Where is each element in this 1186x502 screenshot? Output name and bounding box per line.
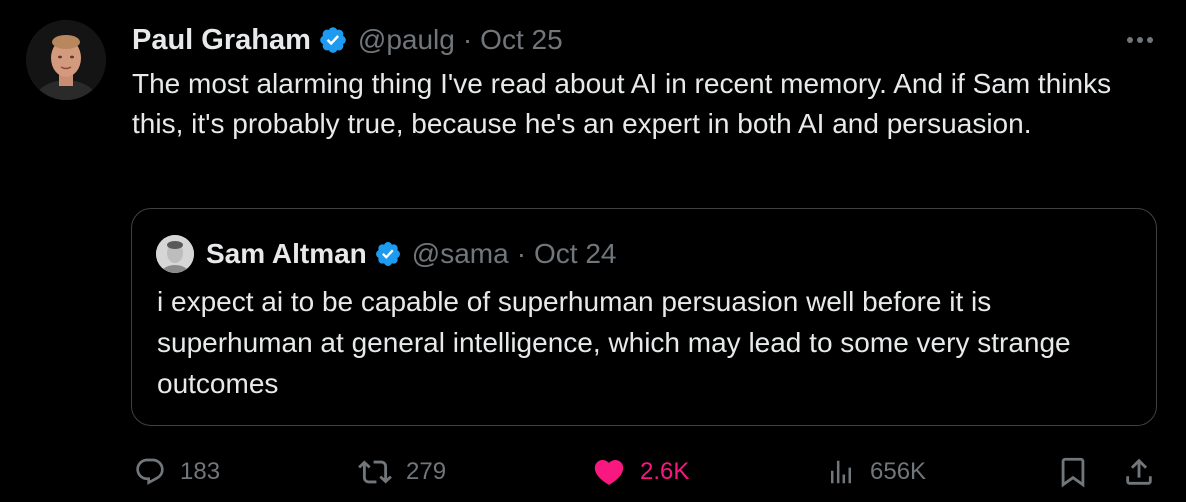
- tweet-text: The most alarming thing I've read about …: [132, 68, 1112, 139]
- like-button[interactable]: 2.6K: [592, 448, 689, 496]
- views-icon: [826, 455, 856, 489]
- author-avatar[interactable]: [26, 20, 106, 100]
- verified-badge-icon: [318, 25, 348, 55]
- heart-icon: [592, 455, 626, 489]
- share-icon: [1122, 455, 1156, 489]
- quoted-author-handle[interactable]: @sama: [412, 238, 509, 270]
- reply-button[interactable]: 183: [134, 448, 220, 496]
- quoted-tweet-text: i expect ai to be capable of superhuman …: [157, 286, 1071, 399]
- tweet: Paul Graham @paulg · Oct 25 The most ala…: [0, 0, 1186, 502]
- retweet-count: 279: [406, 458, 447, 485]
- reply-icon: [134, 456, 166, 488]
- more-icon[interactable]: [1122, 28, 1158, 52]
- tweet-header: Paul Graham @paulg · Oct 25: [132, 20, 563, 60]
- bookmark-icon: [1056, 455, 1090, 489]
- quoted-tweet-header: Sam Altman @sama · Oct 24: [206, 233, 617, 275]
- quoted-tweet[interactable]: Sam Altman @sama · Oct 24 i expect ai to…: [131, 208, 1157, 426]
- reply-count: 183: [180, 458, 221, 485]
- bookmark-button[interactable]: [1056, 448, 1090, 496]
- verified-badge-icon: [374, 240, 402, 268]
- separator-dot: ·: [462, 24, 473, 55]
- retweet-button[interactable]: 279: [358, 448, 446, 496]
- share-button[interactable]: [1122, 448, 1156, 496]
- quoted-author-avatar[interactable]: [156, 235, 194, 273]
- separator-dot: ·: [516, 238, 527, 269]
- views-count: 656K: [870, 458, 927, 485]
- action-bar: 183 279 2.6K 656K: [0, 448, 1186, 496]
- tweet-date[interactable]: Oct 25: [480, 24, 562, 56]
- author-name[interactable]: Paul Graham: [132, 24, 311, 57]
- like-count: 2.6K: [640, 458, 690, 485]
- author-handle[interactable]: @paulg: [358, 24, 455, 56]
- views-button[interactable]: 656K: [826, 448, 926, 496]
- quoted-tweet-date[interactable]: Oct 24: [534, 238, 616, 270]
- retweet-icon: [358, 455, 392, 489]
- quoted-author-name[interactable]: Sam Altman: [206, 238, 367, 270]
